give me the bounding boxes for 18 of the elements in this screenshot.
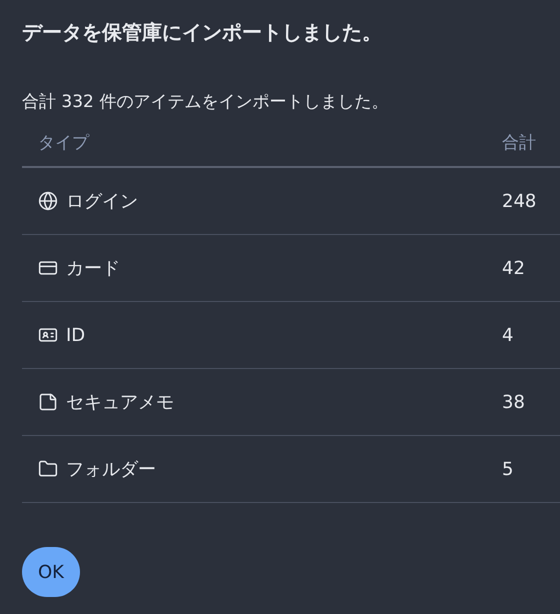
column-header: 合計 (502, 132, 537, 154)
folder-icon (38, 459, 58, 479)
item-type: カード (66, 257, 120, 280)
item-count: 38 (502, 392, 526, 412)
globe-icon (38, 191, 58, 211)
column-header: タイプ (37, 132, 90, 154)
item-count: 4 (502, 324, 514, 346)
item-type: セキュアメモ (66, 391, 174, 414)
item-type: フォルダー (66, 458, 156, 481)
item-count: 5 (502, 458, 514, 480)
dialog-title: データを保管庫にインポートしました。 (22, 19, 383, 46)
import-message: 合計 332 件のアイテムをインポートしました。 (22, 91, 390, 114)
item-type: ログイン (66, 190, 138, 213)
item-type: ID (66, 324, 86, 346)
ok-button[interactable]: OK (22, 547, 80, 597)
item-count: 248 (502, 190, 538, 212)
note-icon (38, 392, 58, 412)
item-count: 42 (502, 258, 526, 278)
